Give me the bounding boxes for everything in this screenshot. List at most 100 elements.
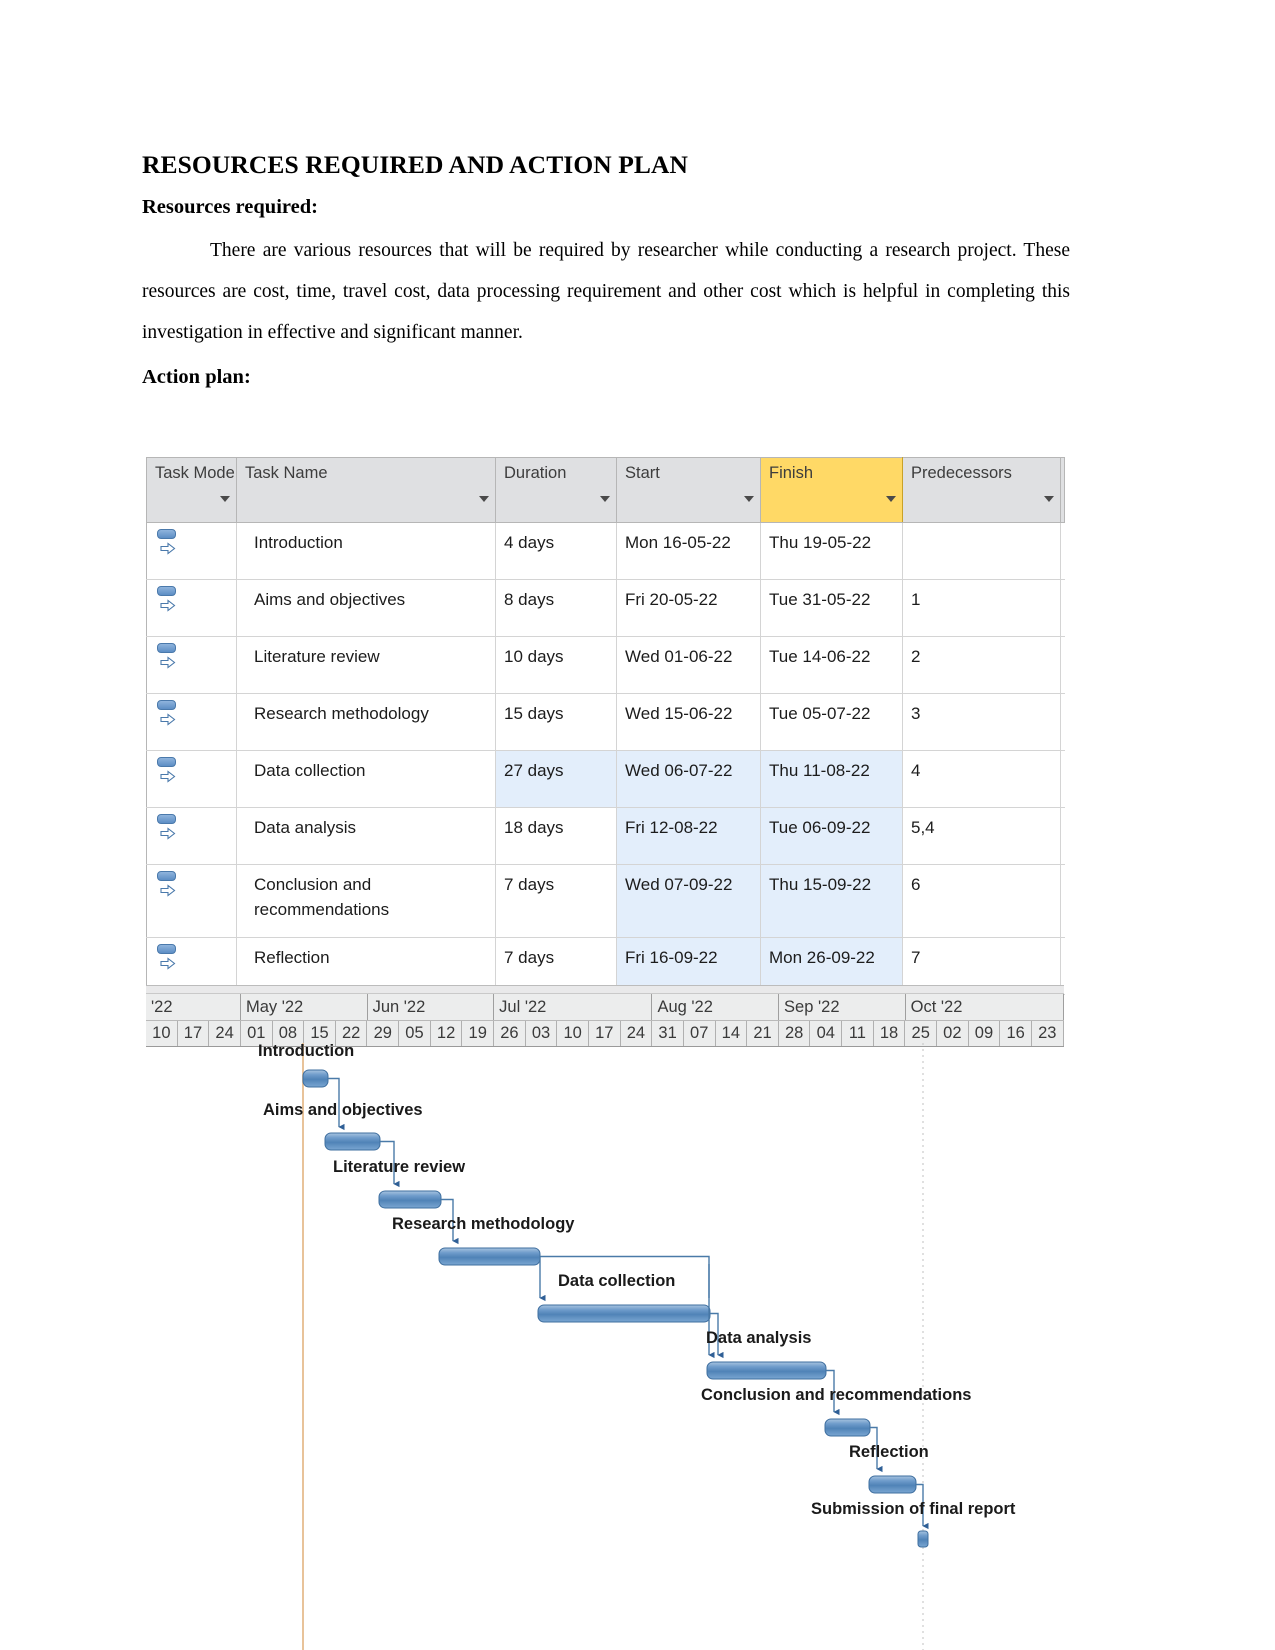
cell-predecessors[interactable]: 4 — [902, 750, 1061, 808]
timeline-month-cell: May '22 — [241, 994, 368, 1020]
gantt-bar[interactable] — [706, 1361, 827, 1380]
cell-task-mode[interactable] — [146, 864, 237, 938]
gantt-bar-label: Conclusion and recommendations — [701, 1386, 971, 1404]
ms-project-task-table: Task Mode Task Name Duration Start Finis… — [146, 457, 1065, 995]
cell-task-mode[interactable] — [146, 750, 237, 808]
cell-overflow — [1060, 579, 1065, 637]
cell-task-mode[interactable] — [146, 579, 237, 637]
cell-task-mode[interactable] — [146, 693, 237, 751]
cell-task-name[interactable]: Aims and objectives — [236, 579, 496, 637]
gantt-bar-label: Research methodology — [392, 1215, 575, 1233]
cell-duration[interactable]: 27 days — [495, 750, 617, 808]
column-header-task-name[interactable]: Task Name — [236, 457, 496, 523]
cell-task-name[interactable]: Conclusion and recommendations — [236, 864, 496, 938]
chevron-down-icon[interactable] — [479, 496, 489, 502]
chevron-down-icon[interactable] — [1044, 496, 1054, 502]
cell-finish[interactable]: Thu 19-05-22 — [760, 522, 903, 580]
gantt-bar[interactable] — [324, 1132, 381, 1151]
column-header-finish[interactable]: Finish — [760, 457, 903, 523]
cell-start[interactable]: Wed 01-06-22 — [616, 636, 761, 694]
cell-task-name[interactable]: Literature review — [236, 636, 496, 694]
cell-text: Literature review — [254, 647, 380, 666]
timeline-scrollbar-track[interactable] — [146, 985, 1064, 994]
resources-subheading: Resources required: — [142, 196, 318, 219]
column-header-label: Task Mode — [155, 464, 235, 482]
cell-finish[interactable]: Tue 06-09-22 — [760, 807, 903, 865]
cell-start[interactable]: Wed 06-07-22 — [616, 750, 761, 808]
cell-predecessors[interactable]: 3 — [902, 693, 1061, 751]
cell-finish[interactable]: Tue 31-05-22 — [760, 579, 903, 637]
cell-task-name[interactable]: Introduction — [236, 522, 496, 580]
cell-task-name[interactable]: Data collection — [236, 750, 496, 808]
cell-task-name[interactable]: Research methodology — [236, 693, 496, 751]
cell-duration[interactable]: 15 days — [495, 693, 617, 751]
cell-predecessors[interactable]: 1 — [902, 579, 1061, 637]
cell-start[interactable]: Fri 12-08-22 — [616, 807, 761, 865]
cell-text: Thu 15-09-22 — [769, 875, 872, 894]
cell-start[interactable]: Mon 16-05-22 — [616, 522, 761, 580]
auto-schedule-icon[interactable] — [157, 944, 181, 970]
cell-task-mode[interactable] — [146, 636, 237, 694]
column-header-task-mode[interactable]: Task Mode — [146, 457, 237, 523]
cell-task-name[interactable]: Data analysis — [236, 807, 496, 865]
cell-task-mode[interactable] — [146, 807, 237, 865]
table-row[interactable]: Aims and objectives 8 days Fri 20-05-22 Tue… — [146, 579, 1065, 637]
cell-start[interactable]: Wed 07-09-22 — [616, 864, 761, 938]
auto-schedule-icon[interactable] — [157, 871, 181, 897]
cell-text: Tue 31-05-22 — [769, 590, 871, 609]
gantt-bar[interactable] — [824, 1418, 871, 1437]
column-header-duration[interactable]: Duration — [495, 457, 617, 523]
gantt-bar[interactable] — [378, 1190, 442, 1209]
timeline-month-cell: Sep '22 — [779, 994, 906, 1020]
auto-schedule-icon[interactable] — [157, 814, 181, 840]
cell-text: Data analysis — [254, 818, 357, 837]
table-row[interactable]: Literature review 10 days Wed 01-06-22 Tue … — [146, 636, 1065, 694]
column-header-predecessors[interactable]: Predecessors — [902, 457, 1061, 523]
auto-schedule-icon[interactable] — [157, 529, 181, 555]
cell-text: 4 — [911, 761, 921, 780]
chevron-down-icon[interactable] — [600, 496, 610, 502]
column-header-label: Task Name — [245, 464, 328, 482]
cell-duration[interactable]: 10 days — [495, 636, 617, 694]
table-row[interactable]: Data analysis 18 days Fri 12-08-22 Tue 06-0… — [146, 807, 1065, 865]
cell-predecessors[interactable]: 2 — [902, 636, 1061, 694]
cell-duration[interactable]: 4 days — [495, 522, 617, 580]
table-row[interactable]: Conclusion and recommendations 7 days Wed … — [146, 864, 1065, 938]
cell-duration[interactable]: 7 days — [495, 864, 617, 938]
table-row[interactable]: Research methodology 15 days Wed 15-06-22 T… — [146, 693, 1065, 751]
cell-finish[interactable]: Thu 11-08-22 — [760, 750, 903, 808]
chevron-down-icon[interactable] — [220, 496, 230, 502]
table-row[interactable]: Data collection 27 days Wed 06-07-22 Thu 11… — [146, 750, 1065, 808]
gantt-bar[interactable] — [302, 1069, 329, 1088]
gantt-bar[interactable] — [868, 1475, 917, 1494]
cell-finish[interactable]: Tue 14-06-22 — [760, 636, 903, 694]
gantt-bar-label: Reflection — [849, 1443, 929, 1461]
gantt-bar[interactable] — [537, 1304, 711, 1323]
column-header-overflow — [1060, 457, 1065, 523]
table-row[interactable]: Introduction 4 days Mon 16-05-22 Thu 19-05-… — [146, 522, 1065, 580]
cell-text: Thu 11-08-22 — [769, 761, 870, 780]
cell-duration[interactable]: 18 days — [495, 807, 617, 865]
auto-schedule-icon[interactable] — [157, 700, 181, 726]
auto-schedule-icon[interactable] — [157, 643, 181, 669]
cell-finish[interactable]: Tue 05-07-22 — [760, 693, 903, 751]
cell-start[interactable]: Fri 20-05-22 — [616, 579, 761, 637]
cell-text: Research methodology — [254, 704, 429, 723]
gantt-bar[interactable] — [438, 1247, 541, 1266]
cell-duration[interactable]: 8 days — [495, 579, 617, 637]
cell-predecessors[interactable] — [902, 522, 1061, 580]
chevron-down-icon[interactable] — [886, 496, 896, 502]
cell-predecessors[interactable]: 5,4 — [902, 807, 1061, 865]
column-header-start[interactable]: Start — [616, 457, 761, 523]
cell-finish[interactable]: Thu 15-09-22 — [760, 864, 903, 938]
gantt-milestone-marker[interactable] — [917, 1530, 929, 1548]
auto-schedule-icon[interactable] — [157, 757, 181, 783]
cell-task-mode[interactable] — [146, 522, 237, 580]
cell-start[interactable]: Wed 15-06-22 — [616, 693, 761, 751]
cell-predecessors[interactable]: 6 — [902, 864, 1061, 938]
column-header-label: Predecessors — [911, 464, 1012, 482]
cell-overflow — [1060, 864, 1065, 938]
chevron-down-icon[interactable] — [744, 496, 754, 502]
auto-schedule-icon[interactable] — [157, 586, 181, 612]
gantt-bar-label: Literature review — [333, 1158, 465, 1176]
